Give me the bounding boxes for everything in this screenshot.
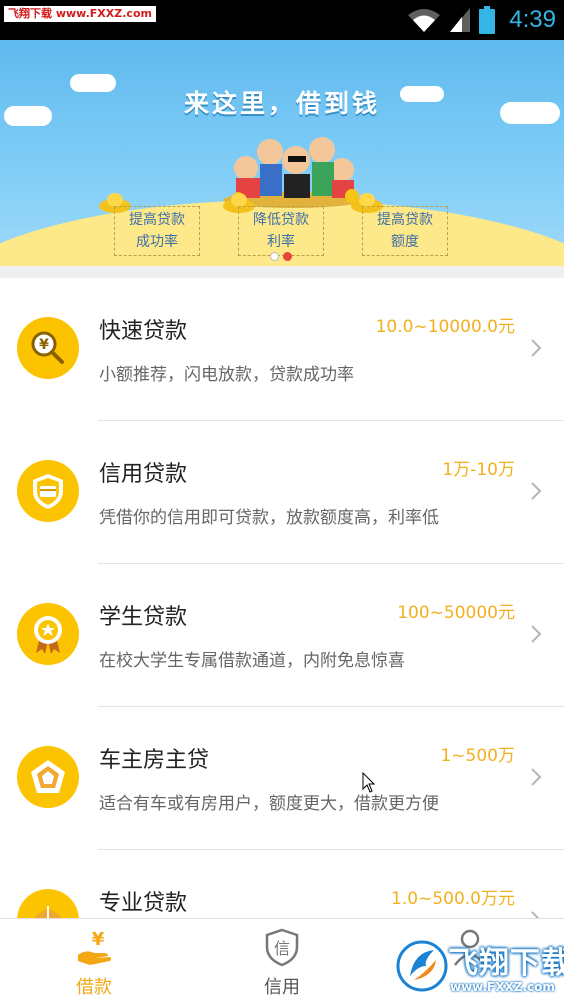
chevron-right-icon xyxy=(531,911,540,918)
promo-banner[interactable]: 来这里，借到钱 提高贷款 成功率 降低贷款 利率 提高贷款 额度 xyxy=(0,40,564,266)
watermark-text: 飞翔下载 xyxy=(448,946,564,981)
loan-list: ¥ 快速贷款 10.0~10000.0元 小额推荐，闪电放款，贷款成功率 信用贷… xyxy=(0,278,564,918)
banner-box-credit-limit: 提高贷款 额度 xyxy=(362,206,448,256)
status-icons: 4:39 xyxy=(407,4,556,36)
svg-text:信: 信 xyxy=(274,939,290,958)
tab-borrow[interactable]: ¥ 借款 xyxy=(0,919,188,1004)
banner-title: 来这里，借到钱 xyxy=(183,89,380,118)
loan-title: 学生贷款 xyxy=(99,605,188,630)
site-watermark: 飞翔下载 www.FXXZ.com xyxy=(392,930,564,1004)
carousel-dot-active[interactable] xyxy=(283,252,292,261)
section-gap xyxy=(0,266,564,278)
loan-title: 专业贷款 xyxy=(99,891,188,916)
fxxz-logo-icon xyxy=(396,940,448,992)
loan-title: 信用贷款 xyxy=(99,462,188,487)
loan-item-student[interactable]: 学生贷款 100~50000元 在校大学生专属借款通道，内附免息惊喜 xyxy=(0,564,564,707)
chevron-right-icon xyxy=(531,339,542,357)
watermark-top: 飞翔下载 www.FXXZ.com xyxy=(4,6,156,22)
loan-range: 1~500万 xyxy=(440,746,515,766)
loan-range: 1万-10万 xyxy=(442,460,515,480)
loan-item-owner[interactable]: 车主房主贷 1~500万 适合有车或有房用户，额度更大，借款更方便 xyxy=(0,707,564,850)
battery-icon xyxy=(479,6,496,34)
chevron-right-icon xyxy=(531,625,542,643)
svg-text:¥: ¥ xyxy=(39,337,49,353)
loan-description: 适合有车或有房用户，额度更大，借款更方便 xyxy=(99,794,439,814)
svg-text:¥: ¥ xyxy=(92,929,105,950)
loan-range: 10.0~10000.0元 xyxy=(375,317,515,337)
signal-icon xyxy=(450,8,471,32)
magnifier-yen-icon: ¥ xyxy=(17,317,79,379)
loan-range: 1.0~500.0万元 xyxy=(391,889,515,909)
loan-item-credit[interactable]: 信用贷款 1万-10万 凭借你的信用即可贷款，放款额度高，利率低 xyxy=(0,421,564,564)
star-badge-icon xyxy=(17,603,79,665)
watermark-url: www.FXXZ.com xyxy=(450,980,555,994)
chevron-right-icon xyxy=(531,768,542,786)
loan-item-quick[interactable]: ¥ 快速贷款 10.0~10000.0元 小额推荐，闪电放款，贷款成功率 xyxy=(0,278,564,421)
carousel-dot[interactable] xyxy=(270,252,279,261)
mouse-cursor-icon xyxy=(362,772,376,793)
tab-credit[interactable]: 信 信用 xyxy=(188,919,376,1004)
loan-description: 在校大学生专属借款通道，内附免息惊喜 xyxy=(99,651,405,671)
loan-description: 小额推荐，闪电放款，贷款成功率 xyxy=(99,365,354,385)
carousel-indicator[interactable] xyxy=(270,252,292,261)
chevron-right-icon xyxy=(531,482,542,500)
loan-range: 100~50000元 xyxy=(397,603,515,623)
loan-title: 快速贷款 xyxy=(99,319,188,344)
umbrella-icon xyxy=(17,889,79,918)
loan-title: 车主房主贷 xyxy=(99,748,210,773)
wifi-icon xyxy=(408,9,441,32)
status-bar: 飞翔下载 www.FXXZ.com 4:39 xyxy=(0,0,564,40)
banner-box-interest-rate: 降低贷款 利率 xyxy=(238,206,324,256)
loan-item-professional[interactable]: 专业贷款 1.0~500.0万元 xyxy=(0,850,564,918)
pentagon-icon xyxy=(17,746,79,808)
hand-yen-icon: ¥ xyxy=(78,929,111,965)
tab-credit-label: 信用 xyxy=(264,977,300,998)
loan-description: 凭借你的信用即可贷款，放款额度高，利率低 xyxy=(99,508,439,528)
shield-card-icon xyxy=(17,460,79,522)
shield-xin-icon: 信 xyxy=(265,928,299,967)
clock: 4:39 xyxy=(509,6,556,33)
tab-borrow-label: 借款 xyxy=(76,977,112,998)
banner-box-success-rate: 提高贷款 成功率 xyxy=(114,206,200,256)
